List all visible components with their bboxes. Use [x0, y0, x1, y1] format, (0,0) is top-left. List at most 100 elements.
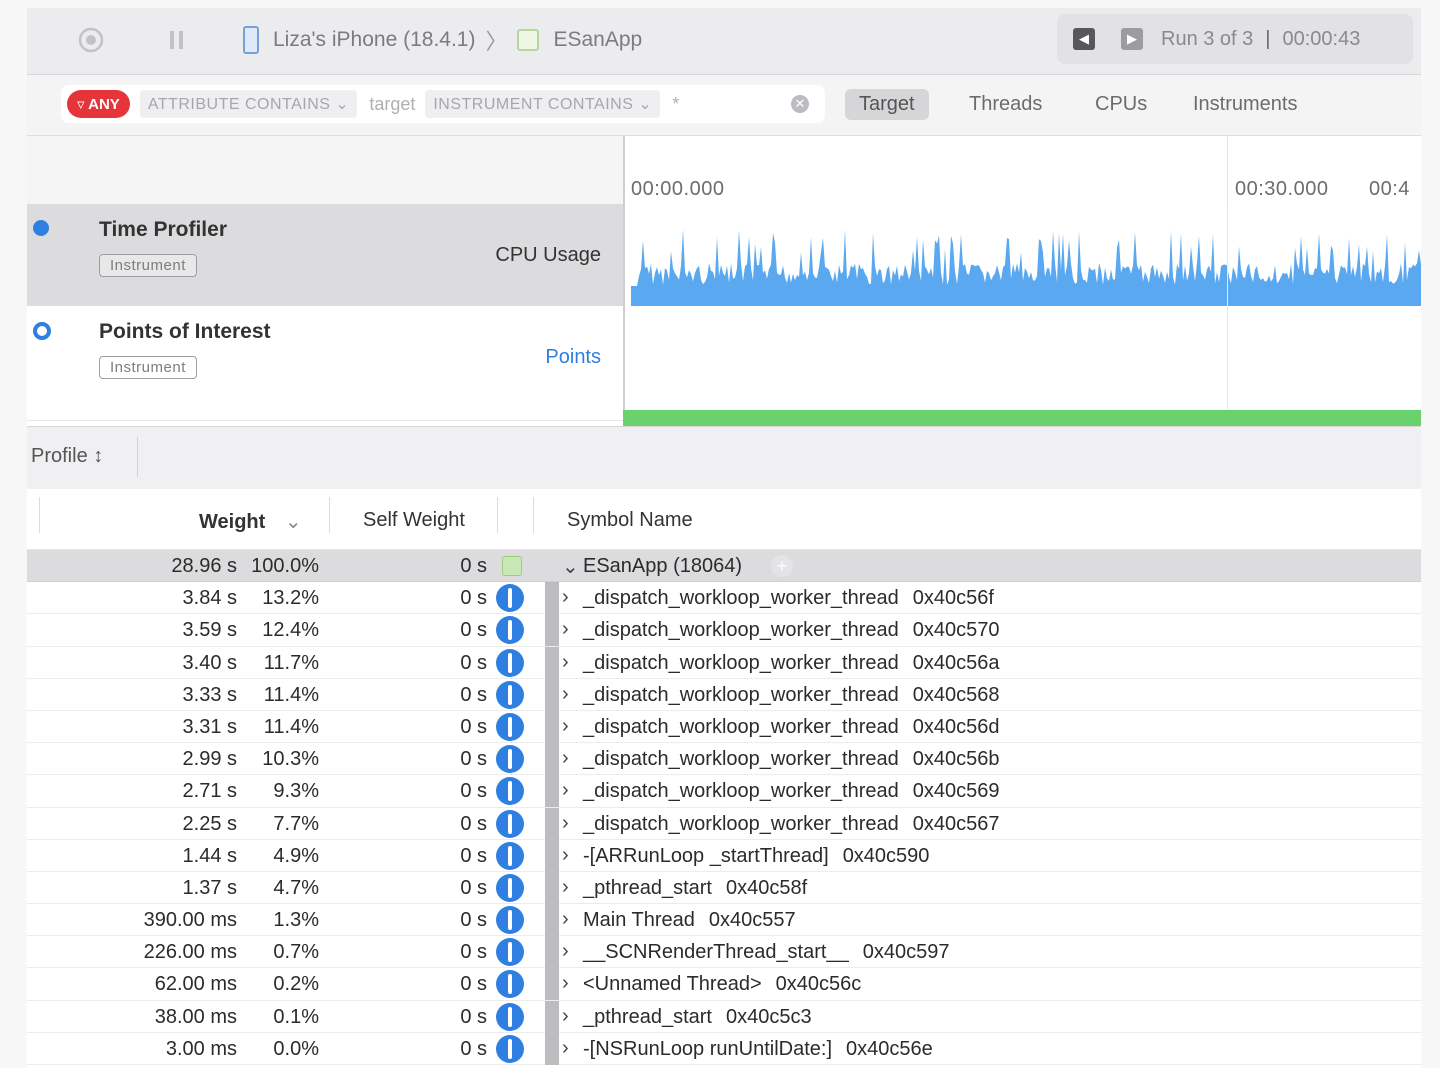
- segment-threads[interactable]: Threads: [955, 89, 1056, 120]
- disclosure-right-icon[interactable]: ›: [562, 1005, 569, 1028]
- previous-run-button[interactable]: ◀: [1073, 28, 1095, 50]
- segment-cpus[interactable]: CPUs: [1081, 89, 1161, 120]
- next-run-button[interactable]: ▶: [1121, 28, 1143, 50]
- app-icon: [502, 556, 522, 576]
- disclosure-right-icon[interactable]: ›: [562, 908, 569, 931]
- points-lane[interactable]: [623, 306, 1421, 410]
- filter-field[interactable]: ▿ ANY ATTRIBUTE CONTAINS ⌄ target INSTRU…: [61, 85, 825, 123]
- thread-address: 0x40c56e: [846, 1037, 933, 1060]
- thread-icon: [496, 712, 524, 741]
- disclosure-down-icon[interactable]: ⌄: [562, 554, 579, 579]
- call-tree-row[interactable]: 2.71 s 9.3% 0 s › _dispatch_workloop_worker_…: [27, 775, 1421, 808]
- weight-percent: 4.7%: [273, 876, 319, 899]
- disclosure-right-icon[interactable]: ›: [562, 586, 569, 609]
- thread-icon: [496, 841, 524, 870]
- weight-percent: 100.0%: [251, 555, 319, 577]
- row-gutter: [545, 550, 559, 582]
- record-button[interactable]: [75, 24, 107, 56]
- disclosure-right-icon[interactable]: ›: [562, 972, 569, 995]
- track-status-dot[interactable]: [33, 322, 51, 340]
- thread-address: 0x40c557: [708, 909, 796, 932]
- disclosure-right-icon[interactable]: ›: [562, 876, 569, 899]
- call-tree-row[interactable]: 1.37 s 4.7% 0 s › _pthread_start 0x40c58f: [27, 871, 1421, 905]
- weight-percent: 12.4%: [262, 619, 319, 642]
- track-metric[interactable]: Points: [545, 346, 601, 369]
- column-symbol-name[interactable]: Symbol Name: [567, 509, 693, 532]
- call-tree-row[interactable]: 390.00 ms 1.3% 0 s › Main Thread 0x40c557: [27, 904, 1421, 937]
- call-tree-row[interactable]: 2.25 s 7.7% 0 s › _dispatch_workloop_worker_…: [27, 807, 1421, 840]
- weight-value: 1.37 s: [182, 876, 237, 899]
- cpu-usage-lane[interactable]: [623, 204, 1421, 306]
- thread-address: 0x40c56b: [912, 748, 1000, 771]
- self-weight-value: 0 s: [460, 1005, 487, 1028]
- thread-address: 0x40c569: [912, 780, 1000, 803]
- focus-icon[interactable]: +: [771, 555, 793, 577]
- chevron-down-icon: ⌄: [638, 96, 653, 113]
- profile-selector[interactable]: Profile ↕: [31, 445, 103, 468]
- self-weight-value: 0 s: [460, 715, 487, 738]
- call-tree-row[interactable]: 3.31 s 11.4% 0 s › _dispatch_workloop_worker…: [27, 710, 1421, 744]
- weight-value: 3.40 s: [182, 651, 237, 674]
- thread-address: 0x40c570: [912, 619, 1000, 642]
- timeline-ruler[interactable]: 00:00.000 00:30.000 00:4: [623, 136, 1421, 204]
- track-status-dot[interactable]: [33, 220, 49, 236]
- call-tree-row[interactable]: 3.84 s 13.2% 0 s › _dispatch_workloop_worker…: [27, 582, 1421, 615]
- chevron-down-icon: ⌄: [335, 96, 350, 113]
- disclosure-right-icon[interactable]: ›: [562, 844, 569, 867]
- track-name: Points of Interest: [99, 320, 271, 343]
- target-filter-text[interactable]: target: [369, 94, 415, 115]
- disclosure-right-icon[interactable]: ›: [562, 812, 569, 835]
- attribute-filter-chip[interactable]: ATTRIBUTE CONTAINS ⌄: [139, 90, 358, 118]
- weight-percent: 9.3%: [273, 780, 319, 803]
- disclosure-right-icon[interactable]: ›: [562, 940, 569, 963]
- segment-instruments[interactable]: Instruments: [1179, 89, 1311, 120]
- self-weight-value: 0 s: [460, 812, 487, 835]
- track-time-profiler[interactable]: Time Profiler Instrument CPU Usage: [27, 204, 623, 306]
- call-tree-row[interactable]: 3.59 s 12.4% 0 s › _dispatch_workloop_worker…: [27, 614, 1421, 647]
- call-tree-row[interactable]: 62.00 ms 0.2% 0 s › <Unnamed Thread> 0x40c56c: [27, 968, 1421, 1001]
- instrument-filter-value[interactable]: *: [672, 94, 679, 115]
- column-divider: [39, 497, 40, 533]
- weight-value: 62.00 ms: [154, 973, 237, 996]
- divider: [137, 437, 138, 477]
- symbol-name: <Unnamed Thread> 0x40c56c: [583, 973, 862, 996]
- thread-address: 0x40c597: [862, 941, 950, 964]
- column-self-weight[interactable]: Self Weight: [363, 509, 465, 532]
- segment-target[interactable]: Target: [845, 89, 929, 120]
- call-tree-root-row[interactable]: 28.96 s 100.0% 0 s ⌄ ESanApp (18064) +: [27, 550, 1421, 583]
- disclosure-right-icon[interactable]: ›: [562, 651, 569, 674]
- call-tree-row[interactable]: 2.99 s 10.3% 0 s › _dispatch_workloop_worker…: [27, 743, 1421, 776]
- call-tree-row[interactable]: 3.00 ms 0.0% 0 s › -[NSRunLoop runUntilDate:…: [27, 1032, 1421, 1065]
- call-tree-row[interactable]: 3.33 s 11.4% 0 s › _dispatch_workloop_worker…: [27, 678, 1421, 711]
- track-points-of-interest[interactable]: Points of Interest Instrument Points: [27, 306, 623, 408]
- call-tree-row[interactable]: 1.44 s 4.9% 0 s › -[ARRunLoop _startThread] 0…: [27, 839, 1421, 872]
- run-label: Run 3 of 3: [1161, 27, 1254, 50]
- column-weight[interactable]: Weight ⌄: [199, 509, 302, 534]
- call-tree-row[interactable]: 38.00 ms 0.1% 0 s › _pthread_start 0x40c5c3: [27, 1000, 1421, 1033]
- instrument-filter-chip[interactable]: INSTRUMENT CONTAINS ⌄: [425, 90, 661, 118]
- disclosure-right-icon[interactable]: ›: [562, 683, 569, 706]
- ruler-tick: 00:4: [1369, 178, 1410, 200]
- track-metric[interactable]: CPU Usage: [495, 244, 601, 267]
- clear-filter-icon[interactable]: ✕: [791, 95, 809, 113]
- disclosure-right-icon[interactable]: ›: [562, 1037, 569, 1060]
- thread-icon: [496, 680, 524, 709]
- weight-percent: 0.2%: [273, 973, 319, 996]
- weight-value: 2.71 s: [182, 780, 237, 803]
- self-weight-value: 0 s: [460, 909, 487, 932]
- disclosure-right-icon[interactable]: ›: [562, 779, 569, 802]
- app-icon: [517, 29, 540, 51]
- any-filter-badge[interactable]: ▿ ANY: [67, 90, 130, 118]
- row-gutter: [545, 968, 559, 1001]
- pause-button[interactable]: [161, 24, 193, 56]
- disclosure-right-icon[interactable]: ›: [562, 715, 569, 738]
- target-selector[interactable]: Liza's iPhone (18.4.1) 〉 ESanApp: [243, 22, 642, 58]
- call-tree-row[interactable]: 3.40 s 11.7% 0 s › _dispatch_workloop_worker…: [27, 646, 1421, 679]
- row-gutter: [545, 1032, 559, 1065]
- device-name: Liza's iPhone (18.4.1): [273, 28, 476, 51]
- self-weight-value: 0 s: [460, 876, 487, 899]
- row-gutter: [545, 807, 559, 840]
- disclosure-right-icon[interactable]: ›: [562, 618, 569, 641]
- call-tree-row[interactable]: 226.00 ms 0.7% 0 s › __SCNRenderThread_start…: [27, 936, 1421, 969]
- disclosure-right-icon[interactable]: ›: [562, 747, 569, 770]
